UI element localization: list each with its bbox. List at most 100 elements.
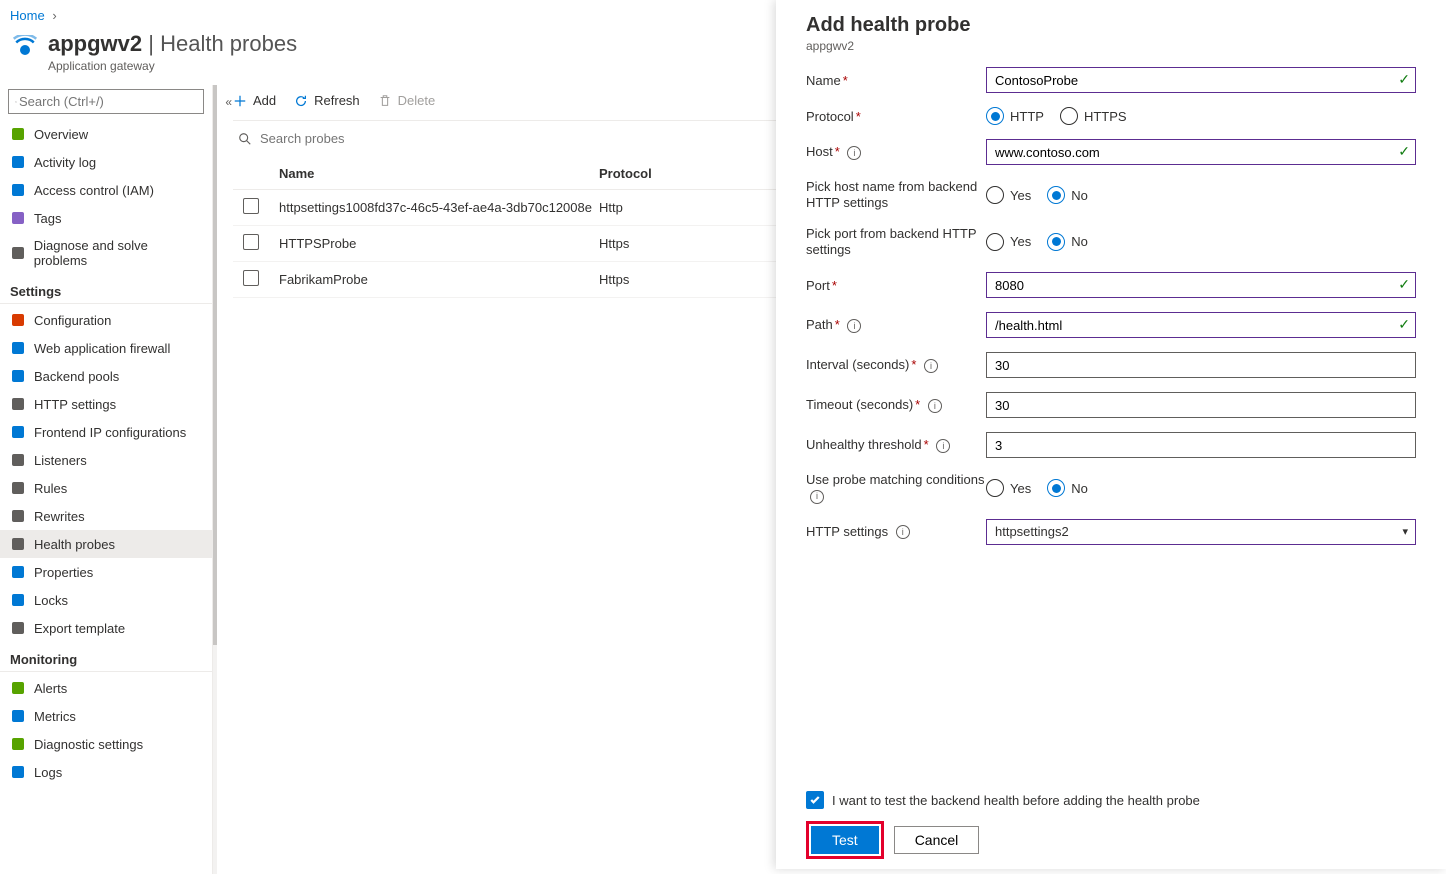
sidebar-item-diagnose-and-solve-problems[interactable]: Diagnose and solve problems <box>0 232 212 274</box>
sidebar-item-label: Overview <box>34 127 88 142</box>
tags-icon <box>10 210 26 226</box>
checkmark-icon: ✓ <box>1398 143 1410 160</box>
info-icon[interactable]: i <box>810 490 824 504</box>
sidebar-item-activity-log[interactable]: Activity log <box>0 148 212 176</box>
scroll-indicator[interactable] <box>213 85 217 645</box>
info-icon[interactable]: i <box>928 399 942 413</box>
row-checkbox[interactable] <box>243 198 259 214</box>
sidebar-item-label: Activity log <box>34 155 96 170</box>
sidebar-item-rewrites[interactable]: Rewrites <box>0 502 212 530</box>
refresh-button[interactable]: Refresh <box>294 93 360 108</box>
resource-type-label: Application gateway <box>48 59 297 73</box>
metrics-icon <box>10 708 26 724</box>
sidebar-item-access-control-iam-[interactable]: Access control (IAM) <box>0 176 212 204</box>
column-name[interactable]: Name <box>279 166 599 181</box>
http-icon <box>10 396 26 412</box>
row-checkbox[interactable] <box>243 270 259 286</box>
sidebar-item-label: Properties <box>34 565 93 580</box>
info-icon[interactable]: i <box>924 359 938 373</box>
row-checkbox[interactable] <box>243 234 259 250</box>
prop-icon <box>10 564 26 580</box>
sidebar-item-rules[interactable]: Rules <box>0 474 212 502</box>
sidebar-item-label: Configuration <box>34 313 111 328</box>
sidebar-item-logs[interactable]: Logs <box>0 758 212 786</box>
iam-icon <box>10 182 26 198</box>
path-input[interactable] <box>986 312 1416 338</box>
sidebar-item-export-template[interactable]: Export template <box>0 614 212 642</box>
refresh-icon <box>294 94 308 108</box>
trash-icon <box>378 94 392 108</box>
sidebar-item-configuration[interactable]: Configuration <box>0 306 212 334</box>
protocol-http-radio[interactable]: HTTP <box>986 107 1044 125</box>
name-input[interactable] <box>986 67 1416 93</box>
sidebar-item-label: Metrics <box>34 709 76 724</box>
export-icon <box>10 620 26 636</box>
breadcrumb-home[interactable]: Home <box>10 8 45 23</box>
matching-yes-radio[interactable]: Yes <box>986 479 1031 497</box>
pickhost-no-radio[interactable]: No <box>1047 186 1088 204</box>
sidebar-item-diagnostic-settings[interactable]: Diagnostic settings <box>0 730 212 758</box>
test-button-highlight: Test <box>806 821 884 859</box>
protocol-https-radio[interactable]: HTTPS <box>1060 107 1127 125</box>
sidebar-item-label: Backend pools <box>34 369 119 384</box>
http-settings-select[interactable]: httpsettings2 <box>986 519 1416 545</box>
sidebar-item-label: Locks <box>34 593 68 608</box>
sidebar-search-input[interactable] <box>17 93 197 110</box>
sidebar-item-tags[interactable]: Tags <box>0 204 212 232</box>
panel-subtitle: appgwv2 <box>806 39 1416 53</box>
rules-icon <box>10 480 26 496</box>
sidebar-item-health-probes[interactable]: Health probes <box>0 530 212 558</box>
logs-icon <box>10 764 26 780</box>
info-icon[interactable]: i <box>847 319 861 333</box>
matching-no-radio[interactable]: No <box>1047 479 1088 497</box>
sidebar-item-label: Access control (IAM) <box>34 183 154 198</box>
checkmark-icon: ✓ <box>1398 316 1410 333</box>
sidebar-item-overview[interactable]: Overview <box>0 120 212 148</box>
sidebar-item-label: Alerts <box>34 681 67 696</box>
unhealthy-input[interactable] <box>986 432 1416 458</box>
sidebar-item-label: HTTP settings <box>34 397 116 412</box>
info-icon[interactable]: i <box>847 146 861 160</box>
sidebar-search[interactable] <box>8 89 204 114</box>
test-before-add-checkbox[interactable] <box>806 791 824 809</box>
sidebar-item-http-settings[interactable]: HTTP settings <box>0 390 212 418</box>
pickport-no-radio[interactable]: No <box>1047 233 1088 251</box>
sidebar-item-locks[interactable]: Locks <box>0 586 212 614</box>
host-input[interactable] <box>986 139 1416 165</box>
sidebar-item-alerts[interactable]: Alerts <box>0 674 212 702</box>
cancel-button[interactable]: Cancel <box>894 826 980 854</box>
info-icon[interactable]: i <box>896 525 910 539</box>
sidebar-item-properties[interactable]: Properties <box>0 558 212 586</box>
interval-input[interactable] <box>986 352 1416 378</box>
nav-section-settings: Settings <box>0 274 212 304</box>
checkmark-icon: ✓ <box>1398 276 1410 293</box>
sidebar-item-web-application-firewall[interactable]: Web application firewall <box>0 334 212 362</box>
sidebar-item-label: Frontend IP configurations <box>34 425 186 440</box>
backend-icon <box>10 368 26 384</box>
search-icon <box>238 132 252 146</box>
sidebar-item-metrics[interactable]: Metrics <box>0 702 212 730</box>
sidebar-item-listeners[interactable]: Listeners <box>0 446 212 474</box>
probe-icon <box>10 536 26 552</box>
sidebar-item-label: Tags <box>34 211 61 226</box>
plus-icon <box>233 94 247 108</box>
panel-title: Add health probe <box>806 14 1416 37</box>
sidebar-item-backend-pools[interactable]: Backend pools <box>0 362 212 390</box>
overview-icon <box>10 126 26 142</box>
sidebar-item-label: Health probes <box>34 537 115 552</box>
rewrite-icon <box>10 508 26 524</box>
port-input[interactable] <box>986 272 1416 298</box>
info-icon[interactable]: i <box>936 439 950 453</box>
sidebar-item-label: Diagnostic settings <box>34 737 143 752</box>
page-title: appgwv2 | Health probes <box>48 31 297 57</box>
log-icon <box>10 154 26 170</box>
pickport-yes-radio[interactable]: Yes <box>986 233 1031 251</box>
pickhost-yes-radio[interactable]: Yes <box>986 186 1031 204</box>
test-button[interactable]: Test <box>811 826 879 854</box>
sidebar-item-frontend-ip-configurations[interactable]: Frontend IP configurations <box>0 418 212 446</box>
sidebar-item-label: Diagnose and solve problems <box>34 238 202 268</box>
timeout-input[interactable] <box>986 392 1416 418</box>
alerts-icon <box>10 680 26 696</box>
add-button[interactable]: Add <box>233 93 276 108</box>
diag-icon <box>10 245 26 261</box>
